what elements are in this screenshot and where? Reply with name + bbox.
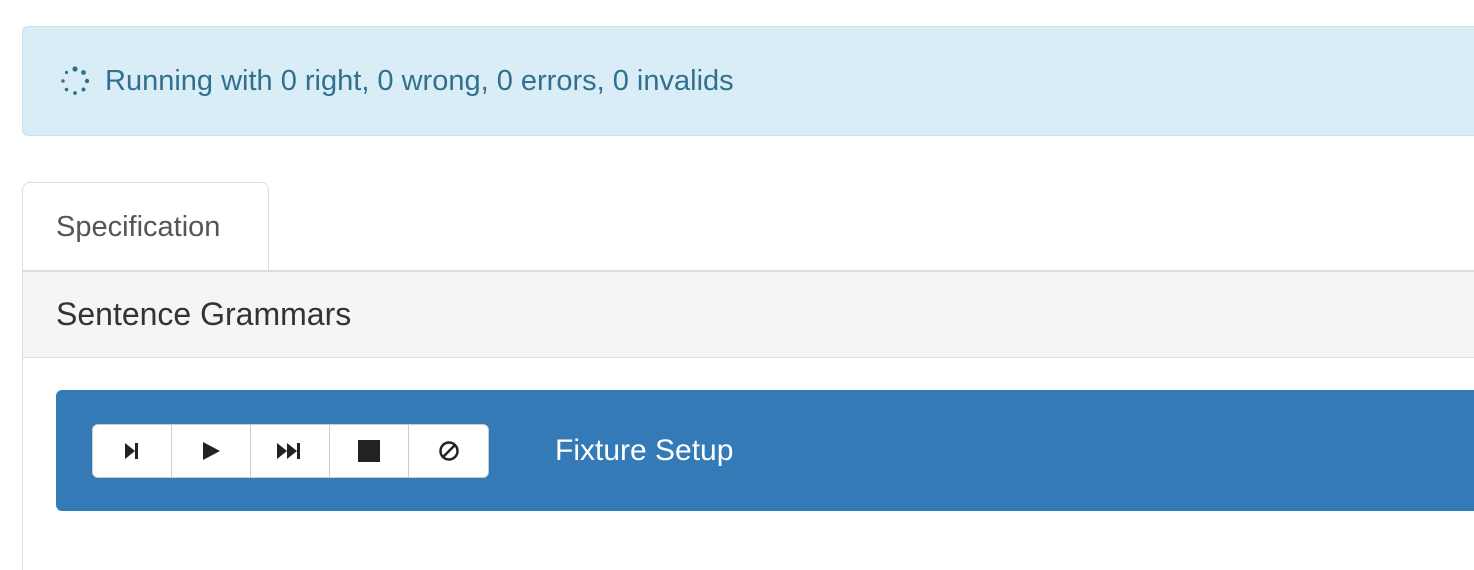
tab-label: Specification [56, 211, 221, 243]
fast-forward-button[interactable] [251, 424, 330, 477]
fixture-header: Fixture Setup [56, 390, 1474, 511]
cancel-button[interactable] [409, 424, 488, 477]
spinner-icon [59, 65, 91, 97]
panel-title: Sentence Grammars [56, 296, 352, 332]
fixture-title: Fixture Setup [555, 433, 734, 467]
play-button[interactable] [172, 424, 251, 477]
fixture-button-group [92, 423, 489, 478]
stop-button[interactable] [330, 424, 409, 477]
step-button[interactable] [93, 424, 172, 477]
status-alert: Running with 0 right, 0 wrong, 0 errors,… [22, 26, 1474, 136]
cancel-icon [438, 440, 460, 462]
panel-heading: Sentence Grammars [23, 272, 1474, 358]
status-text: Running with 0 right, 0 wrong, 0 errors,… [105, 64, 734, 97]
tab-bar: Specification [22, 182, 269, 272]
fast-forward-icon [276, 441, 304, 461]
stop-icon [358, 439, 380, 462]
play-icon [200, 440, 222, 462]
step-icon [123, 441, 141, 461]
tab-specification[interactable]: Specification [22, 182, 269, 272]
